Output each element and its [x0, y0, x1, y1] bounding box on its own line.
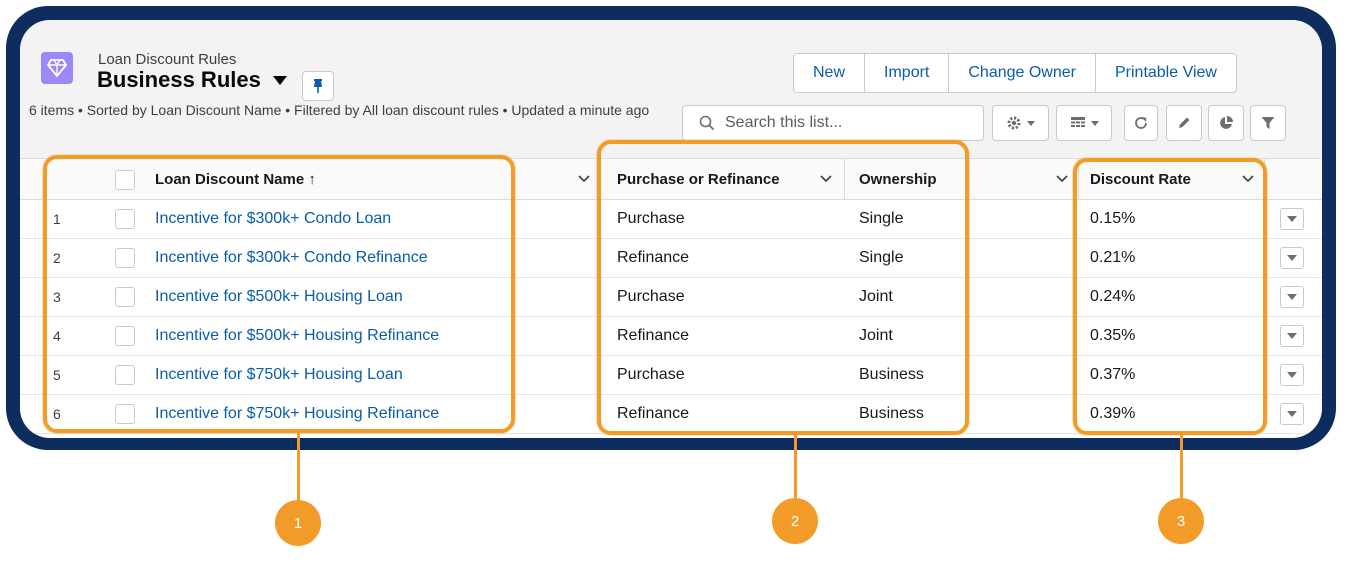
gear-icon	[1007, 116, 1021, 130]
chevron-down-icon	[1287, 255, 1297, 261]
chevron-down-icon[interactable]	[1056, 175, 1068, 183]
callout-leader-line	[297, 433, 300, 501]
pin-icon	[314, 79, 322, 93]
object-label: Loan Discount Rules	[98, 51, 237, 68]
row-actions-button[interactable]	[1280, 403, 1304, 425]
filters-button[interactable]	[1250, 105, 1286, 141]
pencil-icon	[1179, 117, 1190, 128]
chevron-down-icon	[1090, 120, 1099, 126]
chevron-down-icon	[1287, 294, 1297, 300]
list-settings-button[interactable]	[992, 105, 1049, 141]
filter-icon	[1261, 117, 1275, 129]
row-actions-button[interactable]	[1280, 364, 1304, 386]
charts-button[interactable]	[1208, 105, 1244, 141]
callout-badge-3: 3	[1158, 498, 1204, 544]
row-actions-button[interactable]	[1280, 286, 1304, 308]
highlight-box-3	[1073, 158, 1267, 435]
action-button-group: New Import Change Owner Printable View	[793, 53, 1237, 93]
list-info-text: 6 items • Sorted by Loan Discount Name •…	[29, 102, 650, 118]
highlight-box-2	[597, 140, 969, 435]
callout-leader-line	[794, 435, 797, 499]
printable-view-button[interactable]: Printable View	[1095, 54, 1236, 92]
edit-list-button[interactable]	[1166, 105, 1202, 141]
chevron-down-icon	[1287, 333, 1297, 339]
pie-chart-icon	[1220, 116, 1233, 129]
chevron-down-icon	[1287, 216, 1297, 222]
import-button[interactable]: Import	[865, 54, 950, 92]
change-owner-button[interactable]: Change Owner	[949, 54, 1096, 92]
chevron-down-icon[interactable]	[578, 175, 590, 183]
row-actions-button[interactable]	[1280, 325, 1304, 347]
callout-leader-line	[1180, 435, 1183, 499]
chevron-down-icon	[1287, 372, 1297, 378]
chevron-down-icon	[1287, 411, 1297, 417]
callout-badge-1: 1	[275, 500, 321, 546]
pin-button[interactable]	[302, 71, 334, 101]
chevron-down-icon	[272, 75, 287, 85]
search-icon	[699, 115, 715, 131]
highlight-box-1	[43, 155, 515, 433]
new-button[interactable]: New	[794, 54, 866, 92]
diamond-icon	[41, 52, 73, 84]
list-title: Business Rules	[97, 67, 261, 92]
refresh-icon	[1135, 117, 1147, 129]
display-as-button[interactable]	[1056, 105, 1112, 141]
callout-badge-2: 2	[772, 498, 818, 544]
search-input[interactable]	[723, 113, 967, 133]
row-actions-button[interactable]	[1280, 247, 1304, 269]
list-view-header: Loan Discount Rules Business Rules 6 ite…	[20, 20, 1322, 159]
refresh-button[interactable]	[1124, 105, 1158, 141]
table-icon	[1070, 117, 1085, 127]
search-box	[682, 105, 984, 141]
list-view-selector[interactable]: Business Rules	[97, 67, 287, 93]
chevron-down-icon	[1027, 120, 1035, 126]
row-actions-button[interactable]	[1280, 208, 1304, 230]
